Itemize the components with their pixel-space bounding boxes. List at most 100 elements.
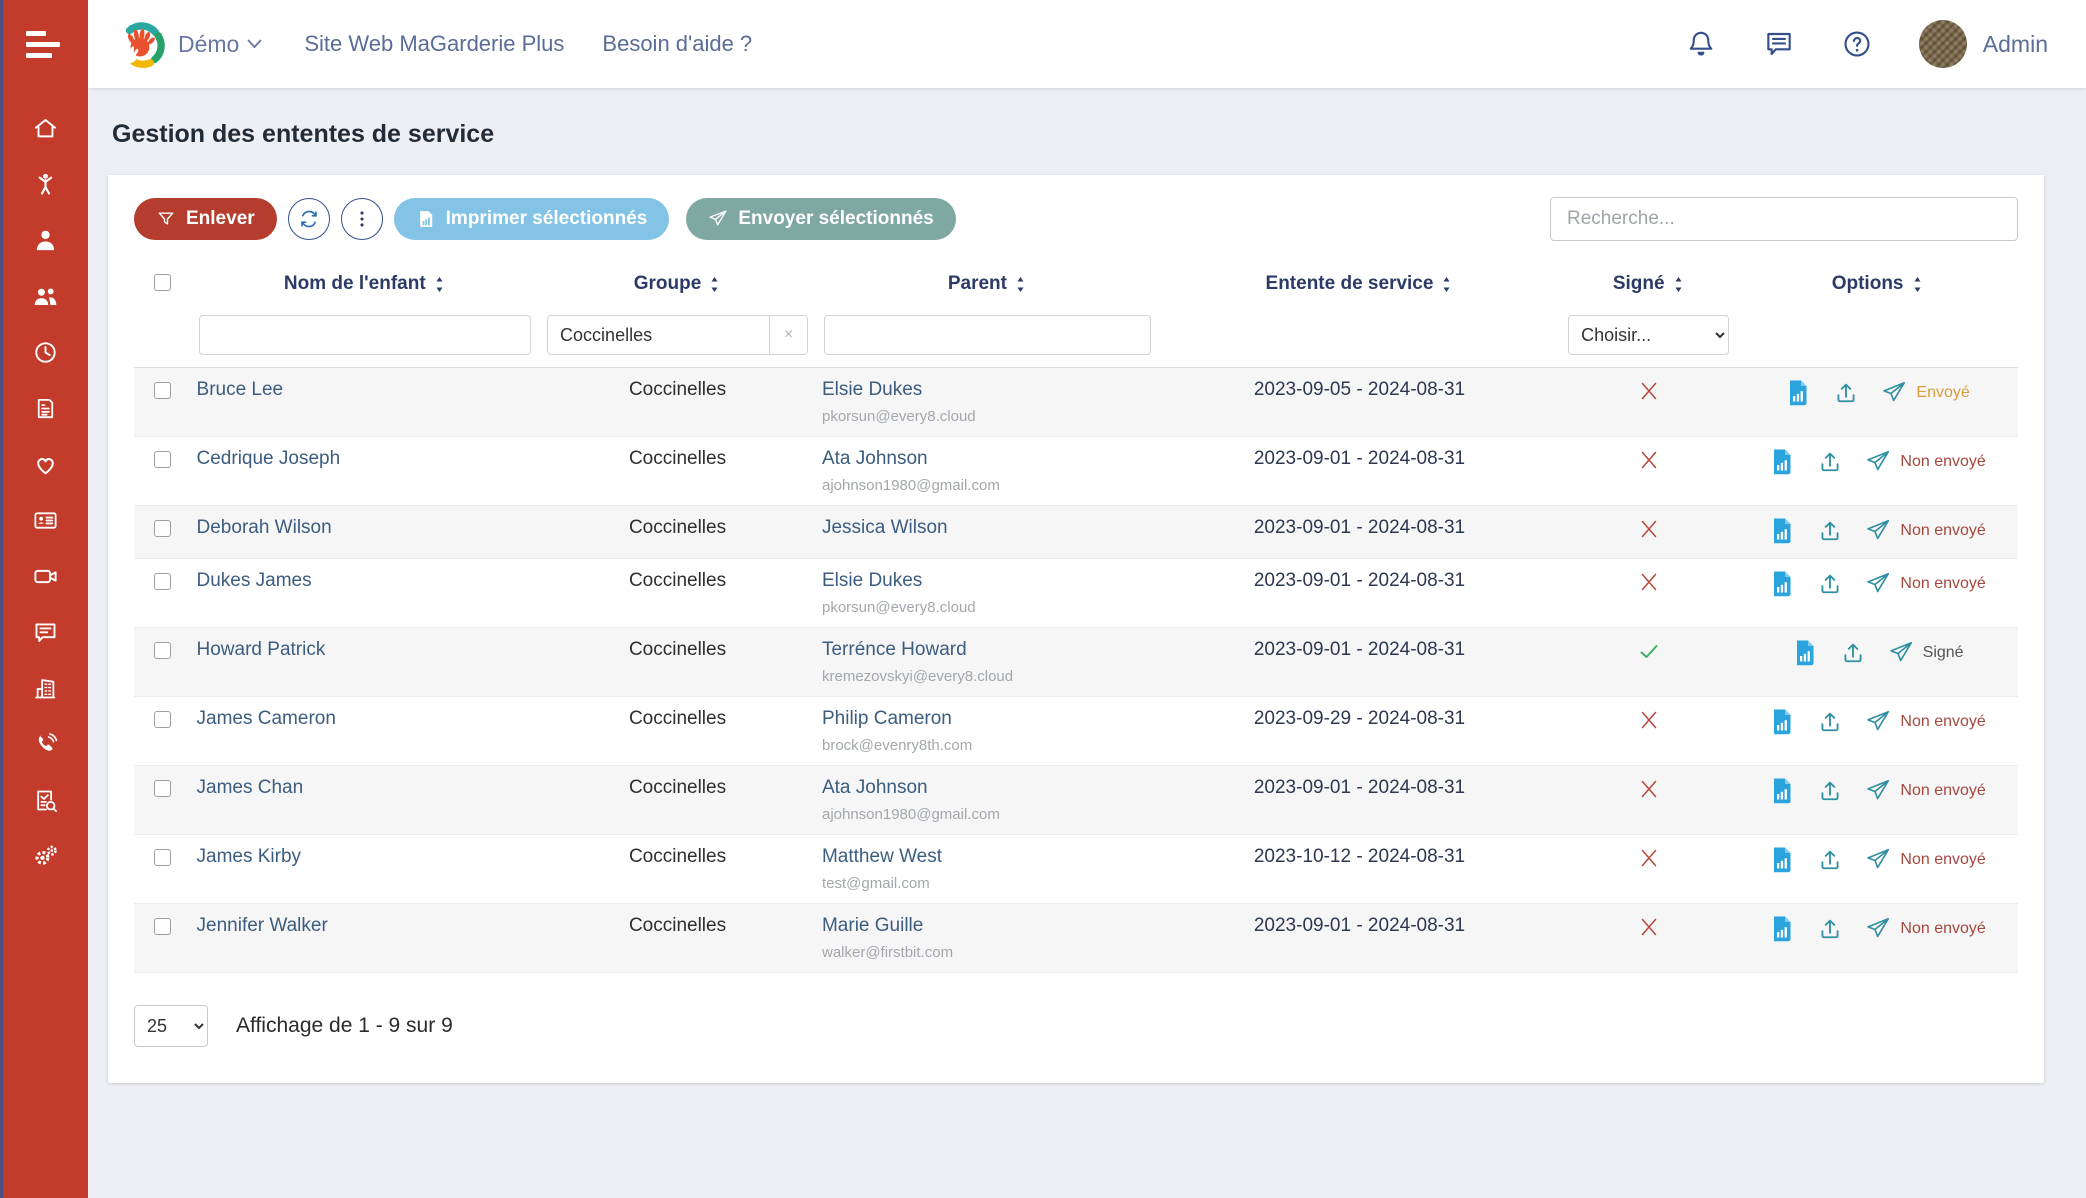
select-all-checkbox[interactable] bbox=[154, 274, 171, 291]
sidebar-item-phone[interactable] bbox=[26, 732, 66, 760]
clear-group-filter-button[interactable]: × bbox=[769, 316, 807, 354]
view-document-button[interactable] bbox=[1769, 846, 1795, 874]
group-filter[interactable] bbox=[548, 316, 769, 354]
parent-name-link[interactable]: Ata Johnson bbox=[822, 777, 928, 798]
sidebar-item-id-card[interactable] bbox=[26, 508, 66, 536]
send-entente-button[interactable] bbox=[1865, 448, 1891, 476]
upload-button[interactable] bbox=[1817, 708, 1843, 736]
sidebar-item-building[interactable] bbox=[26, 676, 66, 704]
send-entente-button[interactable] bbox=[1865, 846, 1891, 874]
row-checkbox[interactable] bbox=[154, 780, 171, 797]
view-document-button[interactable] bbox=[1785, 379, 1811, 407]
sidebar-item-report[interactable] bbox=[26, 788, 66, 816]
group-cell: Coccinelles bbox=[539, 835, 816, 904]
nav-site-web[interactable]: Site Web MaGarderie Plus bbox=[304, 31, 564, 57]
child-name-link[interactable]: James Kirby bbox=[197, 846, 302, 867]
parent-name-link[interactable]: Philip Cameron bbox=[822, 708, 952, 729]
sidebar-item-settings[interactable] bbox=[26, 844, 66, 872]
child-name-link[interactable]: James Chan bbox=[197, 777, 304, 798]
upload-button[interactable] bbox=[1817, 915, 1843, 943]
parent-name-link[interactable]: Matthew West bbox=[822, 846, 942, 867]
send-entente-button[interactable] bbox=[1865, 777, 1891, 805]
sidebar-item-parents[interactable] bbox=[26, 284, 66, 312]
sidebar-item-child[interactable] bbox=[26, 172, 66, 200]
row-checkbox[interactable] bbox=[154, 451, 171, 468]
send-entente-button[interactable] bbox=[1865, 708, 1891, 736]
view-document-button[interactable] bbox=[1769, 517, 1795, 545]
child-name-link[interactable]: Jennifer Walker bbox=[197, 915, 328, 936]
send-entente-button[interactable] bbox=[1865, 915, 1891, 943]
notifications-bell-icon[interactable] bbox=[1685, 28, 1717, 60]
help-icon[interactable] bbox=[1841, 28, 1873, 60]
child-name-filter[interactable] bbox=[199, 315, 532, 355]
column-header-group[interactable]: Groupe bbox=[634, 273, 722, 295]
upload-button[interactable] bbox=[1840, 639, 1866, 667]
view-document-button[interactable] bbox=[1769, 915, 1795, 943]
child-name-link[interactable]: Deborah Wilson bbox=[197, 517, 332, 538]
row-checkbox[interactable] bbox=[154, 520, 171, 537]
nav-help[interactable]: Besoin d'aide ? bbox=[602, 31, 752, 57]
more-options-button[interactable] bbox=[341, 198, 383, 240]
child-name-link[interactable]: Bruce Lee bbox=[197, 379, 284, 400]
send-selected-button[interactable]: Envoyer sélectionnés bbox=[686, 198, 955, 240]
send-entente-button[interactable] bbox=[1881, 379, 1907, 407]
sidebar-item-invoice[interactable] bbox=[26, 396, 66, 424]
upload-button[interactable] bbox=[1817, 777, 1843, 805]
parent-filter[interactable] bbox=[824, 315, 1151, 355]
sidebar-item-chat[interactable] bbox=[26, 620, 66, 648]
not-signed-x-icon bbox=[1637, 777, 1661, 801]
signed-filter-select[interactable]: Choisir... bbox=[1568, 315, 1729, 355]
page-size-select[interactable]: 25 bbox=[134, 1005, 208, 1047]
upload-button[interactable] bbox=[1833, 379, 1859, 407]
search-input[interactable] bbox=[1550, 197, 2018, 241]
sidebar-item-clock[interactable] bbox=[26, 340, 66, 368]
parent-name-link[interactable]: Elsie Dukes bbox=[822, 379, 922, 400]
row-checkbox[interactable] bbox=[154, 573, 171, 590]
child-name-link[interactable]: James Cameron bbox=[197, 708, 336, 729]
table-row: Cedrique Joseph Coccinelles Ata Johnsona… bbox=[134, 437, 2018, 506]
send-entente-button[interactable] bbox=[1865, 570, 1891, 598]
upload-button[interactable] bbox=[1817, 570, 1843, 598]
signed-check-icon bbox=[1637, 639, 1661, 663]
row-checkbox[interactable] bbox=[154, 849, 171, 866]
remove-filter-button[interactable]: Enlever bbox=[134, 198, 277, 240]
view-document-button[interactable] bbox=[1792, 639, 1818, 667]
send-entente-button[interactable] bbox=[1888, 639, 1914, 667]
send-entente-button[interactable] bbox=[1865, 517, 1891, 545]
parent-name-link[interactable]: Elsie Dukes bbox=[822, 570, 922, 591]
upload-button[interactable] bbox=[1817, 448, 1843, 476]
column-header-child[interactable]: Nom de l'enfant bbox=[284, 273, 446, 295]
parent-name-link[interactable]: Terrénce Howard bbox=[822, 639, 967, 660]
column-header-options[interactable]: Options bbox=[1832, 273, 1924, 295]
refresh-button[interactable] bbox=[288, 198, 330, 240]
menu-icon[interactable] bbox=[2, 0, 90, 88]
sidebar-item-home[interactable] bbox=[26, 116, 66, 144]
view-document-button[interactable] bbox=[1769, 570, 1795, 598]
view-document-button[interactable] bbox=[1769, 448, 1795, 476]
child-name-link[interactable]: Howard Patrick bbox=[197, 639, 326, 660]
row-checkbox[interactable] bbox=[154, 642, 171, 659]
print-selected-button[interactable]: Imprimer sélectionnés bbox=[394, 198, 670, 240]
column-header-parent[interactable]: Parent bbox=[948, 273, 1027, 295]
sidebar-item-video-camera[interactable] bbox=[26, 564, 66, 592]
send-status: Non envoyé bbox=[1900, 713, 1985, 731]
upload-button[interactable] bbox=[1817, 846, 1843, 874]
row-checkbox[interactable] bbox=[154, 711, 171, 728]
column-header-entente[interactable]: Entente de service bbox=[1266, 273, 1454, 295]
upload-button[interactable] bbox=[1817, 517, 1843, 545]
parent-name-link[interactable]: Marie Guille bbox=[822, 915, 923, 936]
view-document-button[interactable] bbox=[1769, 708, 1795, 736]
child-name-link[interactable]: Cedrique Joseph bbox=[197, 448, 341, 469]
child-name-link[interactable]: Dukes James bbox=[197, 570, 312, 591]
parent-name-link[interactable]: Ata Johnson bbox=[822, 448, 928, 469]
sidebar-item-educator[interactable] bbox=[26, 228, 66, 256]
sidebar-item-heart[interactable] bbox=[26, 452, 66, 480]
brand-menu[interactable]: Démo bbox=[178, 31, 262, 58]
column-header-signe[interactable]: Signé bbox=[1613, 273, 1685, 295]
messages-icon[interactable] bbox=[1763, 28, 1795, 60]
parent-name-link[interactable]: Jessica Wilson bbox=[822, 517, 948, 538]
row-checkbox[interactable] bbox=[154, 918, 171, 935]
row-checkbox[interactable] bbox=[154, 382, 171, 399]
view-document-button[interactable] bbox=[1769, 777, 1795, 805]
user-menu[interactable]: Admin bbox=[1919, 20, 2048, 68]
